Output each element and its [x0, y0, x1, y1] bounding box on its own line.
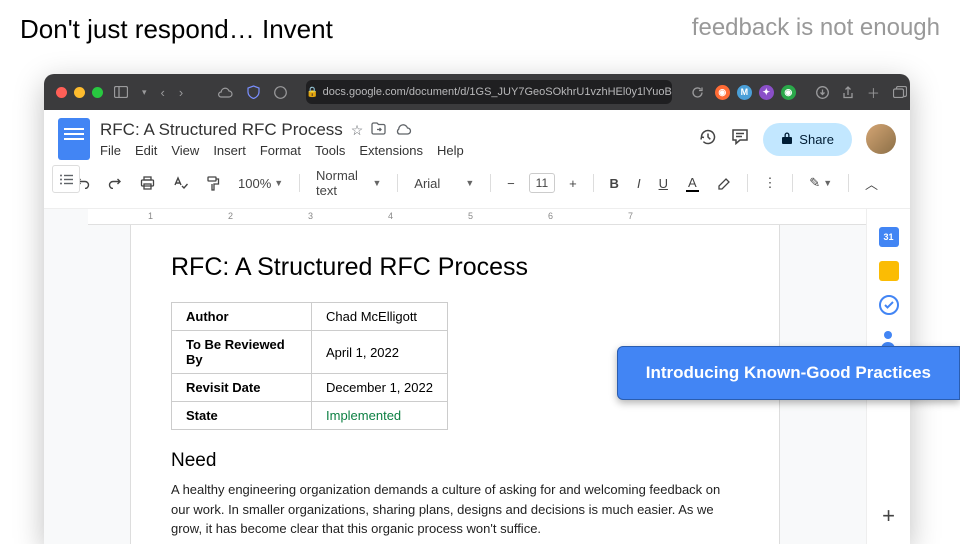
- highlight-icon[interactable]: [713, 175, 735, 191]
- keep-icon[interactable]: [879, 261, 899, 281]
- toolbar: 100% ▼ Normal text ▼ Arial ▼ − 11 + B I …: [58, 160, 896, 208]
- text-color-icon[interactable]: A: [682, 173, 703, 194]
- document-title[interactable]: RFC: A Structured RFC Process: [100, 120, 343, 140]
- redo-icon[interactable]: [104, 175, 126, 191]
- menu-edit[interactable]: Edit: [135, 143, 157, 158]
- minimize-window-icon[interactable]: [74, 87, 85, 98]
- menu-extensions[interactable]: Extensions: [359, 143, 423, 158]
- ext-icon-3[interactable]: ✦: [759, 85, 774, 100]
- bold-icon[interactable]: B: [606, 174, 623, 193]
- sidebar-icon[interactable]: [111, 86, 131, 98]
- slide-subtitle: feedback is not enough: [692, 14, 940, 42]
- slide-title: Don't just respond… Invent: [20, 14, 333, 45]
- move-icon[interactable]: [371, 122, 386, 138]
- refresh-icon[interactable]: [688, 86, 707, 99]
- ruler-tick: 1: [148, 211, 153, 221]
- menu-file[interactable]: File: [100, 143, 121, 158]
- back-icon[interactable]: ‹: [158, 85, 168, 100]
- underline-icon[interactable]: U: [655, 174, 672, 193]
- info-icon[interactable]: [271, 86, 290, 99]
- doc-heading: RFC: A Structured RFC Process: [171, 253, 739, 282]
- ruler-tick: 2: [228, 211, 233, 221]
- font-select[interactable]: Arial ▼: [410, 174, 478, 193]
- ext-icon-4[interactable]: ◉: [781, 85, 796, 100]
- zoom-select[interactable]: 100% ▼: [234, 174, 287, 193]
- print-icon[interactable]: [136, 174, 159, 192]
- tabs-icon[interactable]: [890, 86, 910, 98]
- menu-bar: File Edit View Insert Format Tools Exten…: [100, 143, 689, 158]
- history-icon[interactable]: [699, 128, 717, 151]
- table-row: Revisit DateDecember 1, 2022: [172, 374, 448, 402]
- ruler-tick: 4: [388, 211, 393, 221]
- browser-chrome: ▾ ‹ › 🔒 docs.google.com/document/d/1GS_J…: [44, 74, 910, 110]
- menu-format[interactable]: Format: [260, 143, 301, 158]
- spellcheck-icon[interactable]: [169, 174, 192, 192]
- table-row: To Be Reviewed ByApril 1, 2022: [172, 331, 448, 374]
- font-size-decrease[interactable]: −: [503, 174, 519, 193]
- need-heading: Need: [171, 450, 739, 472]
- table-row: StateImplemented: [172, 402, 448, 430]
- docs-header: RFC: A Structured RFC Process ☆ File Edi…: [44, 110, 910, 209]
- traffic-lights: [56, 87, 103, 98]
- new-tab-icon[interactable]: ＋: [864, 83, 883, 102]
- menu-tools[interactable]: Tools: [315, 143, 345, 158]
- lock-icon: 🔒: [306, 87, 318, 98]
- ruler-tick: 6: [548, 211, 553, 221]
- close-window-icon[interactable]: [56, 87, 67, 98]
- ext-icon-1[interactable]: ◉: [715, 85, 730, 100]
- add-panel-icon[interactable]: +: [882, 503, 895, 529]
- url-bar[interactable]: 🔒 docs.google.com/document/d/1GS_JUY7Geo…: [306, 80, 672, 104]
- star-icon[interactable]: ☆: [351, 122, 364, 139]
- menu-insert[interactable]: Insert: [213, 143, 246, 158]
- ruler-tick: 3: [308, 211, 313, 221]
- chevron-down-icon[interactable]: ▾: [139, 87, 150, 98]
- docs-logo-icon[interactable]: [58, 118, 90, 160]
- browser-window: ▾ ‹ › 🔒 docs.google.com/document/d/1GS_J…: [44, 74, 910, 544]
- lock-icon: [781, 131, 793, 148]
- share-icon[interactable]: [839, 86, 857, 99]
- paint-format-icon[interactable]: [202, 174, 224, 193]
- comment-icon[interactable]: [731, 128, 749, 150]
- italic-icon[interactable]: I: [633, 174, 645, 193]
- ext-icon-2[interactable]: M: [737, 85, 752, 100]
- share-label: Share: [799, 132, 834, 147]
- share-button[interactable]: Share: [763, 123, 852, 156]
- style-select[interactable]: Normal text ▼: [312, 166, 385, 200]
- callout-banner: Introducing Known-Good Practices: [617, 346, 960, 400]
- menu-view[interactable]: View: [171, 143, 199, 158]
- cloud-status-icon[interactable]: [394, 122, 412, 138]
- more-icon[interactable]: ⋮: [759, 173, 780, 193]
- browser-extensions: ◉ M ✦ ◉ ＋: [715, 83, 910, 102]
- calendar-icon[interactable]: 31: [879, 227, 899, 247]
- user-avatar[interactable]: [866, 124, 896, 154]
- metadata-table: AuthorChad McElligott To Be Reviewed ByA…: [171, 302, 448, 430]
- edit-mode-icon[interactable]: ✎ ▼: [805, 173, 836, 193]
- outline-toggle-icon[interactable]: [52, 165, 80, 193]
- ruler[interactable]: 1 2 3 4 5 6 7: [88, 209, 866, 225]
- cloud-icon: [214, 87, 236, 98]
- tasks-icon[interactable]: [879, 295, 899, 315]
- download-icon[interactable]: [813, 86, 832, 99]
- forward-icon[interactable]: ›: [176, 85, 186, 100]
- menu-help[interactable]: Help: [437, 143, 464, 158]
- need-body: A healthy engineering organization deman…: [171, 480, 739, 539]
- font-size-input[interactable]: 11: [529, 173, 555, 193]
- maximize-window-icon[interactable]: [92, 87, 103, 98]
- url-text: docs.google.com/document/d/1GS_JUY7GeoSO…: [323, 86, 672, 98]
- ruler-tick: 7: [628, 211, 633, 221]
- ruler-tick: 5: [468, 211, 473, 221]
- table-row: AuthorChad McElligott: [172, 303, 448, 331]
- shield-icon[interactable]: [244, 85, 263, 99]
- collapse-icon[interactable]: ︿: [861, 172, 882, 195]
- font-size-increase[interactable]: +: [565, 174, 581, 193]
